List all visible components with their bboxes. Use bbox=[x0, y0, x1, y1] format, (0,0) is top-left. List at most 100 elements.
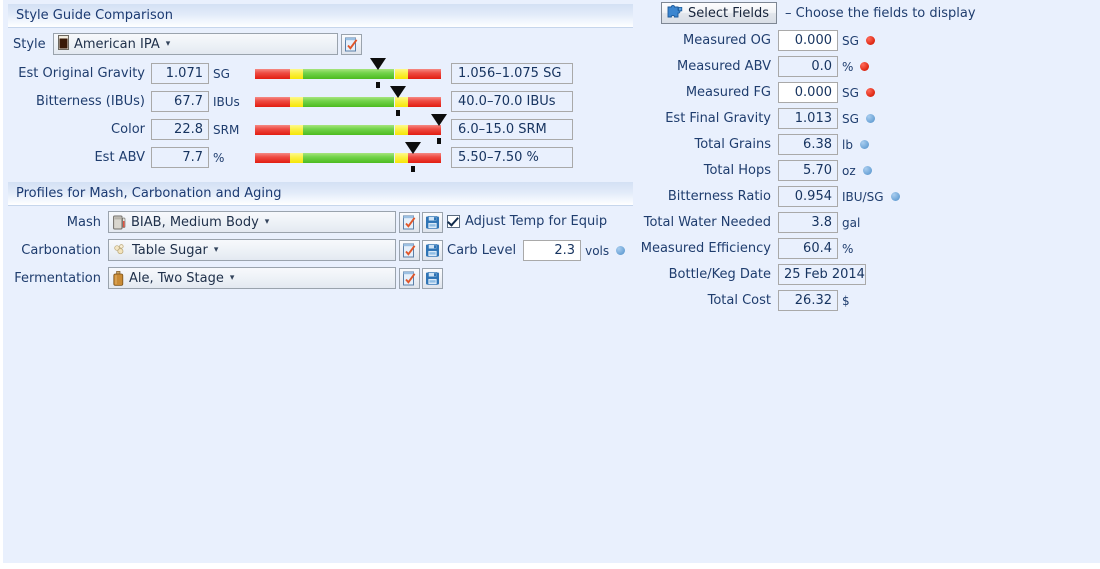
style-combobox[interactable]: American IPA ▾ bbox=[53, 33, 338, 55]
style-comparison-row: Bitterness (IBUs) 67.7 IBUs 40.0–70.0 IBUs bbox=[13, 85, 633, 116]
measured-field-label: Measured ABV bbox=[677, 59, 771, 74]
style-value: American IPA bbox=[74, 36, 160, 52]
style-range-bar bbox=[255, 57, 441, 88]
chevron-down-icon[interactable]: ▾ bbox=[214, 245, 219, 255]
profile-row: Fermentation Ale, Two Stage ▾ bbox=[13, 267, 443, 289]
beer-glass-icon bbox=[58, 34, 69, 54]
measured-field-value: 5.70 bbox=[778, 160, 838, 181]
profile-row: Mash BIAB, Medium Body ▾ bbox=[13, 211, 443, 233]
field-status-dot bbox=[862, 166, 872, 175]
profile-save-button[interactable] bbox=[422, 239, 443, 261]
field-status-dot bbox=[890, 192, 900, 201]
measured-field-unit: IBU/SG bbox=[842, 189, 884, 204]
measured-field-value: 3.8 bbox=[778, 212, 838, 233]
measured-field-label: Bitterness Ratio bbox=[667, 189, 771, 204]
profile-pick-button[interactable] bbox=[399, 211, 420, 233]
measured-field-unit: gal bbox=[842, 215, 861, 230]
adjust-temp-checkbox[interactable] bbox=[447, 215, 460, 228]
style-row-value: 7.7 bbox=[151, 147, 209, 168]
field-status-dot bbox=[859, 140, 869, 149]
profile-save-button[interactable] bbox=[422, 211, 443, 233]
chevron-down-icon[interactable]: ▾ bbox=[265, 217, 270, 227]
chevron-down-icon[interactable]: ▾ bbox=[230, 273, 235, 283]
measured-field-row: Total Grains 6.38 lb bbox=[633, 134, 869, 155]
style-row-unit: SRM bbox=[213, 122, 240, 137]
style-row-value: 1.071 bbox=[151, 63, 209, 84]
style-row-value: 67.7 bbox=[151, 91, 209, 112]
measured-field-unit: SG bbox=[842, 111, 859, 126]
style-label: Style bbox=[13, 36, 46, 52]
measured-field-value[interactable]: 0.000 bbox=[778, 82, 838, 103]
profile-combobox[interactable]: Table Sugar ▾ bbox=[108, 239, 396, 261]
style-range-text: 5.50–7.50 % bbox=[451, 147, 573, 168]
checklist-icon bbox=[345, 37, 358, 51]
profile-row-label: Mash bbox=[66, 214, 101, 230]
measured-field-label: Total Water Needed bbox=[643, 215, 771, 230]
style-row-value: 22.8 bbox=[151, 119, 209, 140]
carb-level-label: Carb Level bbox=[447, 243, 517, 258]
measured-field-row: Total Cost 26.32 $ bbox=[633, 290, 850, 311]
style-pick-button[interactable] bbox=[341, 33, 362, 55]
style-row-label: Bitterness (IBUs) bbox=[36, 94, 145, 109]
select-fields-row: Select Fields – Choose the fields to dis… bbox=[661, 2, 976, 24]
carb-level-input[interactable]: 2.3 bbox=[523, 240, 582, 261]
style-range-marker bbox=[405, 141, 422, 172]
select-fields-hint: – Choose the fields to display bbox=[785, 5, 976, 21]
style-row: Style American IPA ▾ bbox=[13, 33, 362, 55]
profiles-section-header: Profiles for Mash, Carbonation and Aging bbox=[8, 182, 633, 206]
carb-level-unit: vols bbox=[585, 243, 610, 258]
field-status-dot bbox=[865, 114, 875, 123]
measured-field-value: 25 Feb 2014 bbox=[778, 264, 866, 285]
profile-pick-button[interactable] bbox=[399, 239, 420, 261]
measured-field-unit: SG bbox=[842, 33, 859, 48]
measured-field-value: 6.38 bbox=[778, 134, 838, 155]
profile-row-label: Carbonation bbox=[21, 242, 101, 258]
measured-field-label: Measured FG bbox=[685, 85, 771, 100]
chevron-down-icon[interactable]: ▾ bbox=[166, 39, 171, 49]
profile-row: Carbonation Table Sugar ▾ bbox=[13, 239, 443, 261]
measured-field-unit: oz bbox=[842, 163, 856, 178]
mash-tun-icon bbox=[113, 215, 126, 230]
measured-field-unit: lb bbox=[842, 137, 853, 152]
adjust-temp-row[interactable]: Adjust Temp for Equip bbox=[447, 214, 607, 229]
measured-field-label: Measured OG bbox=[683, 33, 771, 48]
style-guide-section-header: Style Guide Comparison bbox=[8, 4, 633, 28]
measured-field-value: 60.4 bbox=[778, 238, 838, 259]
measured-field-label: Total Grains bbox=[694, 137, 771, 152]
measured-field-value: 26.32 bbox=[778, 290, 838, 311]
measured-field-value[interactable]: 0.000 bbox=[778, 30, 838, 51]
profile-combobox[interactable]: Ale, Two Stage ▾ bbox=[108, 267, 396, 289]
fermenter-icon bbox=[113, 270, 124, 286]
carb-level-row: Carb Level 2.3 vols bbox=[447, 240, 626, 261]
style-range-marker bbox=[431, 113, 448, 144]
profiles-header-label: Profiles for Mash, Carbonation and Aging bbox=[16, 186, 282, 201]
style-range-marker bbox=[369, 57, 386, 88]
measured-field-label: Est Final Gravity bbox=[665, 111, 771, 126]
measured-field-label: Measured Efficiency bbox=[640, 241, 771, 256]
style-row-unit: SG bbox=[213, 66, 230, 81]
field-status-dot bbox=[865, 88, 875, 97]
measured-field-unit: $ bbox=[842, 293, 850, 308]
style-comparison-row: Est ABV 7.7% 5.50–7.50 % bbox=[13, 141, 633, 172]
profile-combobox[interactable]: BIAB, Medium Body ▾ bbox=[108, 211, 396, 233]
measured-field-row: Total Hops 5.70 oz bbox=[633, 160, 872, 181]
measured-field-row: Measured ABV 0.0% bbox=[633, 56, 870, 77]
profile-pick-button[interactable] bbox=[399, 267, 420, 289]
profile-value: BIAB, Medium Body bbox=[131, 214, 259, 230]
sugar-icon bbox=[113, 243, 127, 257]
measured-field-value: 0.954 bbox=[778, 186, 838, 207]
measured-field-label: Bottle/Keg Date bbox=[668, 267, 771, 282]
style-range-bar bbox=[255, 85, 441, 116]
measured-field-label: Total Cost bbox=[707, 293, 771, 308]
style-row-label: Est ABV bbox=[94, 150, 145, 165]
style-row-label: Color bbox=[111, 122, 145, 137]
style-range-text: 6.0–15.0 SRM bbox=[451, 119, 573, 140]
carb-level-status-dot bbox=[616, 246, 626, 255]
measured-field-row: Bottle/Keg Date 25 Feb 2014 bbox=[633, 264, 870, 285]
measured-field-row: Total Water Needed 3.8 gal bbox=[633, 212, 860, 233]
style-row-label: Est Original Gravity bbox=[18, 66, 145, 81]
profile-save-button[interactable] bbox=[422, 267, 443, 289]
select-fields-button[interactable]: Select Fields bbox=[661, 2, 778, 24]
measured-field-row: Bitterness Ratio 0.954 IBU/SG bbox=[633, 186, 900, 207]
style-range-bar bbox=[255, 141, 441, 172]
